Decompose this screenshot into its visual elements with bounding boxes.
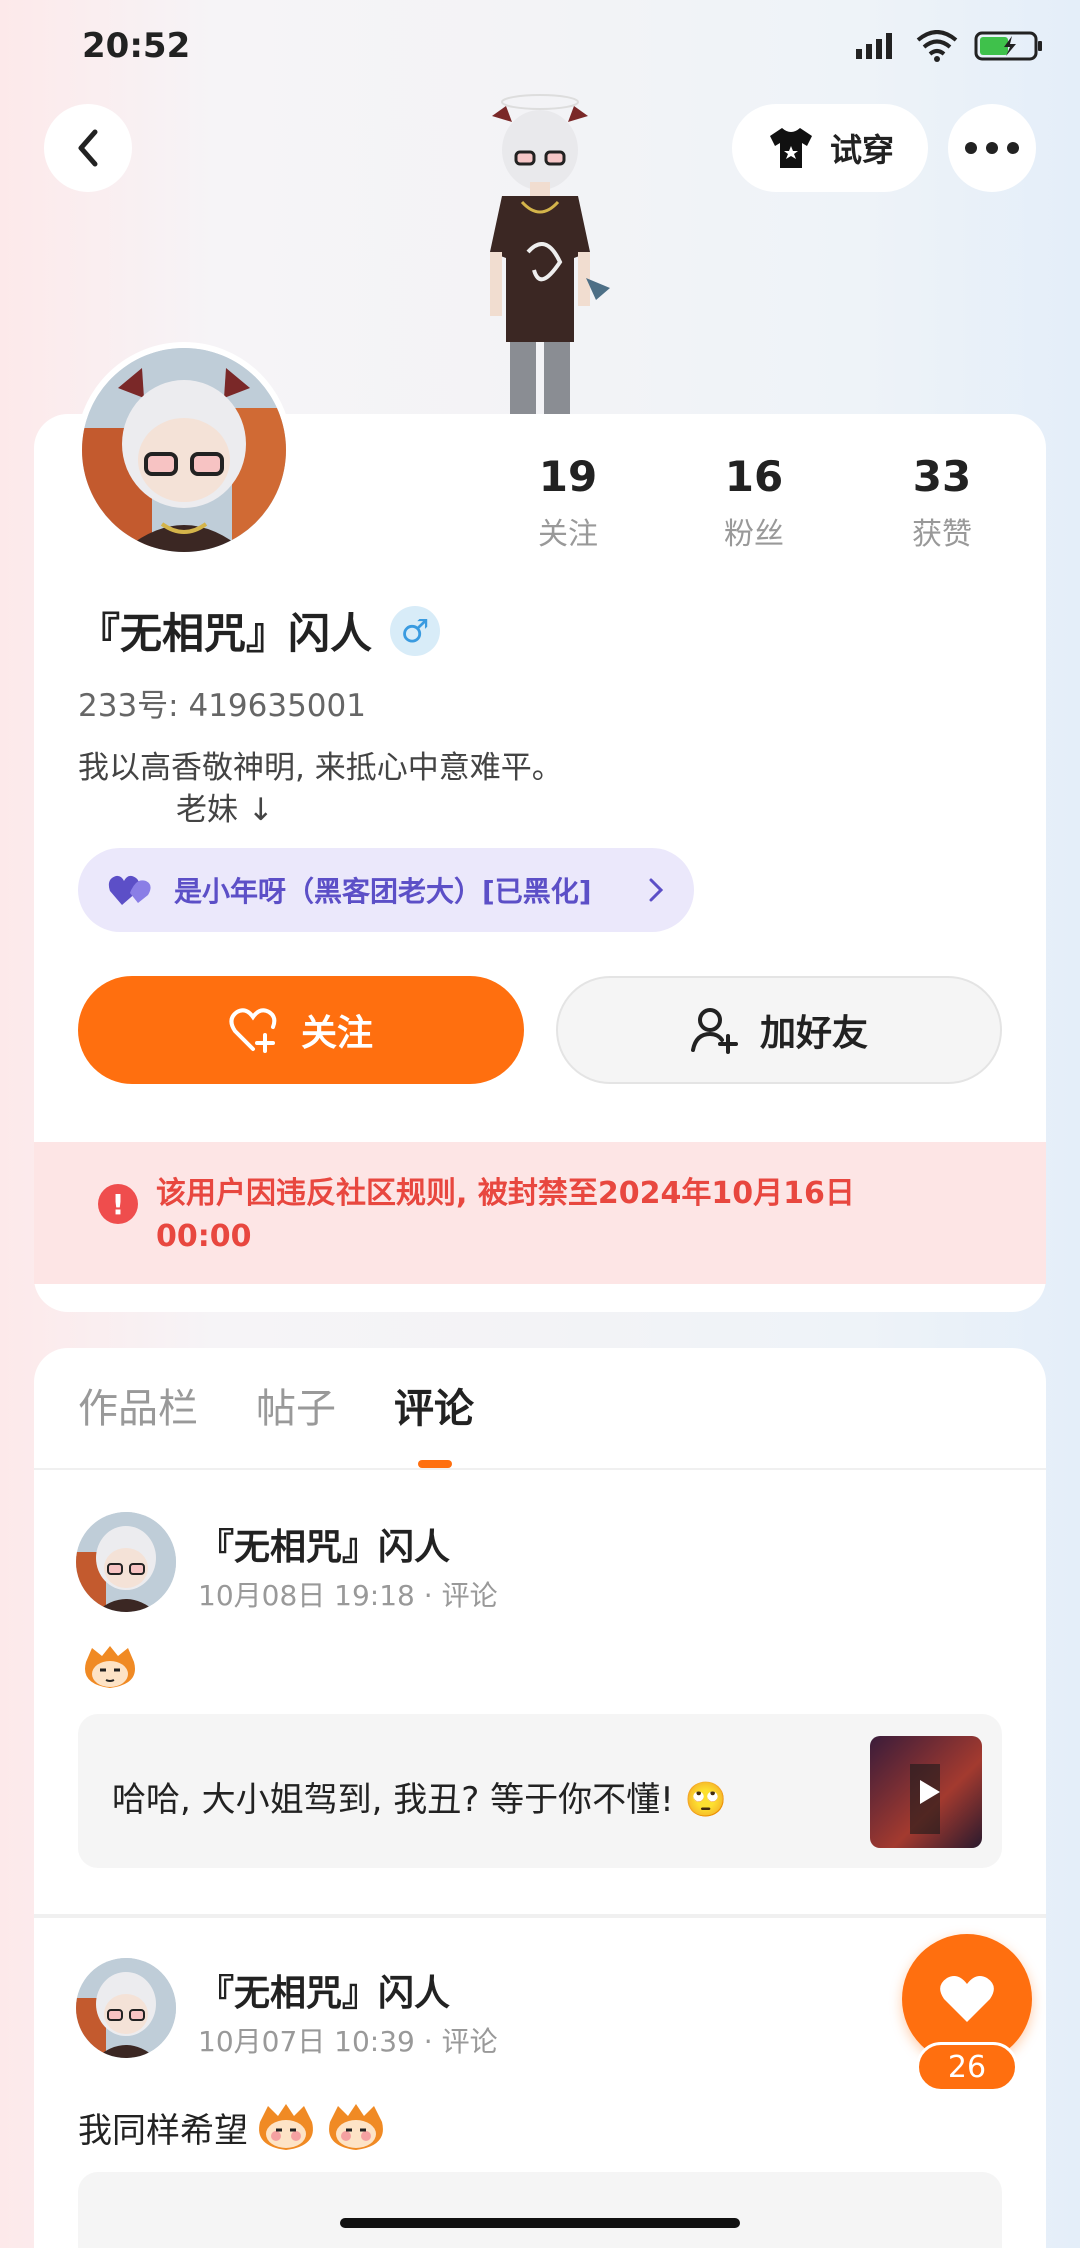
more-dots-icon [965,142,1019,154]
tab-posts[interactable]: 帖子 [256,1376,336,1434]
sticker-emoji-icon [329,2104,383,2150]
meta-separator: · [423,2025,442,2058]
comment-author[interactable]: 『无相咒』闪人 [198,1964,450,2016]
profile-name: 『无相咒』闪人 [78,609,373,658]
comment-date: 10月08日 19:18 [198,1579,415,1612]
comment-text: 我同样希望 [78,2110,248,2151]
play-icon [910,1764,940,1834]
more-button[interactable] [948,104,1036,192]
stat-following-value: 19 [538,452,598,501]
profile-name-row: 『无相咒』闪人 ♂ [78,600,441,661]
profile-avatar[interactable] [76,342,292,558]
comment-date: 10月07日 10:39 [198,2025,415,2058]
follow-label: 关注 [300,1013,373,1054]
bio-line-1: 我以高香敬神明, 来抵心中意难平。 [78,750,563,786]
tab-comments[interactable]: 评论 [394,1376,474,1434]
sticker-emoji-icon [85,1646,135,1688]
back-button[interactable] [44,104,132,192]
try-on-button[interactable]: 试穿 [732,104,929,192]
comment-divider [34,1914,1046,1918]
home-indicator[interactable] [340,2218,740,2228]
tshirt-icon [770,128,812,168]
battery-icon [974,31,1042,61]
status-bar: 20:52 [0,0,1080,96]
comment-avatar[interactable] [76,1958,176,2058]
heart-plus-icon [229,1008,277,1053]
add-friend-label: 加好友 [759,1013,868,1054]
follow-button[interactable]: 关注 [78,976,524,1084]
stat-likes[interactable]: 33 获赞 [862,452,1022,553]
avatar-image [82,348,286,552]
tab-works[interactable]: 作品栏 [78,1376,198,1434]
double-heart-icon [108,875,151,905]
comment-body: 我同样希望 [78,2102,388,2152]
comment-meta: 10月08日 19:18 · 评论 [198,1574,498,1614]
bio-line-2: 老妹 ↓ [176,792,274,828]
status-time: 20:52 [82,26,191,66]
stat-followers[interactable]: 16 粉丝 [674,452,834,553]
cp-relation-pill[interactable]: 是小年呀（黑客团老大）[已黑化] [78,848,694,932]
content-tabs: 作品栏 帖子 评论 [78,1376,474,1434]
stat-following-label: 关注 [538,517,598,552]
user-id[interactable]: 233号: 419635001 [78,680,366,725]
chevron-left-icon [78,129,98,167]
quoted-text: 哈哈, 大小姐驾到, 我丑? 等于你不懂! 🙄 [112,1780,727,1820]
stat-followers-label: 粉丝 [724,517,784,552]
status-icons [856,30,1044,62]
stat-followers-value: 16 [724,452,784,501]
warning-icon: ! [98,1184,138,1224]
comment-type: 评论 [441,1579,498,1612]
add-user-icon [690,1008,738,1054]
video-thumbnail[interactable] [870,1736,982,1848]
ban-notice: ! 该用户因违反社区规则, 被封禁至2024年10月16日 00:00 [34,1142,1046,1284]
quoted-content[interactable]: 哈哈, 大小姐驾到, 我丑? 等于你不懂! 🙄 [78,1714,1002,1868]
avatar-image [76,1512,176,1612]
comment-avatar[interactable] [76,1512,176,1612]
active-tab-indicator [418,1460,452,1468]
male-gender-icon: ♂ [390,605,441,656]
cp-relation-label: 是小年呀（黑客团老大）[已黑化] [174,875,592,908]
wifi-icon [916,30,958,62]
avatar-image [76,1958,176,2058]
heart-icon [940,1976,994,2022]
try-on-label: 试穿 [830,131,895,169]
comment-meta: 10月07日 10:39 · 评论 [198,2020,498,2060]
stat-following[interactable]: 19 关注 [488,452,648,553]
quoted-content[interactable] [78,2172,1002,2248]
ban-notice-text: 该用户因违反社区规则, 被封禁至2024年10月16日 00:00 [156,1176,855,1254]
signal-icon [856,33,892,59]
sticker-emoji-icon [259,2104,313,2150]
meta-separator: · [423,1579,442,1612]
stat-likes-label: 获赞 [912,517,972,552]
add-friend-button[interactable]: 加好友 [556,976,1002,1084]
chevron-right-icon [649,878,664,902]
stat-likes-value: 33 [912,452,972,501]
tabs-divider [34,1468,1046,1470]
comment-type: 评论 [441,2025,498,2058]
avatar-3d-figure[interactable] [450,92,630,414]
comment-author[interactable]: 『无相咒』闪人 [198,1518,450,1570]
like-count-badge: 26 [916,2042,1018,2092]
